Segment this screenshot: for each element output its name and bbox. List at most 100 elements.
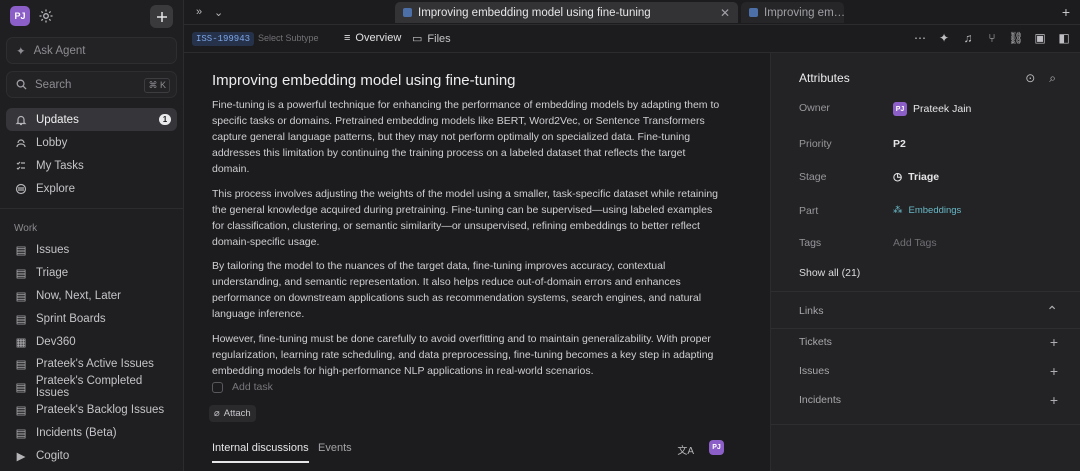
file-icon: ▭	[412, 33, 423, 45]
tab-internal-discussions[interactable]: Internal discussions	[212, 442, 309, 463]
search-placeholder: Search	[35, 78, 72, 91]
nav-label: Explore	[36, 182, 75, 195]
attach-button[interactable]: ⌀ Attach	[209, 405, 256, 422]
chevron-down-icon[interactable]: ⌄	[214, 6, 223, 19]
attributes-actions: ⊙ ⌕	[1025, 71, 1056, 86]
tab-events[interactable]: Events	[318, 442, 352, 454]
work-item-incidents[interactable]: ▤ Incidents (Beta)	[6, 421, 177, 444]
attr-stage: Stage ◷ Triage	[799, 171, 1059, 187]
issue-toolbar: ISS-199943 Select Subtype ≡ Overview ▭ F…	[184, 25, 1080, 53]
toggle-icon[interactable]: ⊙	[1025, 71, 1035, 86]
nav-label: Lobby	[36, 136, 68, 149]
issue-title[interactable]: Improving embedding model using fine-tun…	[212, 72, 516, 89]
work-item-label: Now, Next, Later	[36, 289, 122, 302]
description-paragraph: However, fine-tuning must be done carefu…	[212, 332, 714, 377]
gear-icon[interactable]	[38, 8, 54, 24]
close-icon[interactable]: ✕	[720, 6, 730, 20]
owner-name: Prateek Jain	[913, 103, 972, 115]
nav-item-lobby[interactable]: Lobby	[6, 131, 177, 154]
expand-icon[interactable]: »	[196, 6, 202, 18]
issue-icon	[749, 8, 758, 17]
section-label: Incidents	[799, 394, 842, 406]
table-icon: ▤	[15, 404, 27, 417]
work-item-label: Dev360	[36, 335, 76, 348]
bell-icon[interactable]: ♫	[962, 31, 974, 45]
work-item-issues[interactable]: ▤ Issues	[6, 239, 177, 262]
incidents-section[interactable]: Incidents +	[799, 392, 1058, 410]
attr-priority: Priority P2	[799, 138, 1059, 154]
add-tags-input[interactable]: Add Tags	[893, 237, 937, 249]
add-task-label: Add task	[232, 381, 273, 393]
attr-label: Part	[799, 205, 819, 217]
sparkle-icon[interactable]: ✦	[938, 31, 950, 45]
attr-label: Owner	[799, 102, 830, 114]
task-checkbox[interactable]	[212, 381, 223, 393]
stage-value[interactable]: ◷ Triage	[893, 171, 939, 183]
nav-label: My Tasks	[36, 159, 84, 172]
create-button[interactable]	[150, 5, 173, 28]
nav-item-explore[interactable]: Explore	[6, 177, 177, 200]
user-avatar[interactable]: PJ	[10, 6, 30, 26]
apps-icon[interactable]: ▣	[1034, 31, 1046, 45]
attr-owner: Owner PJ Prateek Jain	[799, 102, 1059, 118]
priority-value[interactable]: P2	[893, 138, 906, 150]
overview-tab[interactable]: ≡ Overview	[344, 32, 401, 44]
nav-item-updates[interactable]: Updates 1	[6, 108, 177, 131]
owner-value[interactable]: PJ Prateek Jain	[893, 102, 971, 116]
overview-label: Overview	[355, 32, 402, 44]
user-avatar[interactable]: PJ	[709, 440, 724, 455]
work-item-triage[interactable]: ▤ Triage	[6, 262, 177, 285]
branch-icon[interactable]: ⑂	[986, 31, 998, 45]
tab-inactive[interactable]: Improving em…	[741, 2, 844, 23]
sparkle-icon: ✦	[16, 45, 26, 58]
work-item-backlog-issues[interactable]: ▤ Prateek's Backlog Issues	[6, 399, 177, 422]
files-tab[interactable]: ▭ Files	[412, 32, 451, 46]
search-input[interactable]: Search ⌘ K	[6, 71, 177, 98]
issues-section[interactable]: Issues +	[799, 363, 1058, 381]
clock-icon: ◷	[893, 171, 903, 183]
add-task-row[interactable]: Add task	[212, 381, 273, 393]
description-paragraph: By tailoring the model to the nuances of…	[212, 260, 702, 320]
work-item-now-next-later[interactable]: ▤ Now, Next, Later	[6, 285, 177, 308]
link-icon[interactable]: ⛓	[1008, 31, 1023, 45]
work-item-label: Incidents (Beta)	[36, 426, 117, 439]
panel-icon[interactable]: ◧	[1058, 31, 1070, 45]
plus-icon[interactable]: +	[1050, 392, 1058, 408]
tab-active[interactable]: Improving embedding model using fine-tun…	[395, 2, 738, 23]
subtype-select[interactable]: Select Subtype	[258, 33, 319, 43]
tickets-section[interactable]: Tickets +	[799, 334, 1058, 352]
links-section[interactable]: Links ⌃	[799, 303, 1058, 321]
show-all-link[interactable]: Show all (21)	[799, 267, 860, 279]
issue-description[interactable]: Fine-tuning is a powerful technique for …	[212, 97, 724, 387]
work-list: ▤ Issues ▤ Triage ▤ Now, Next, Later ▤ Sprin…	[6, 239, 177, 467]
app-window: PJ ✦ Ask Agent Search ⌘ K Updates 1 Lobb…	[0, 0, 1080, 471]
work-item-label: Sprint Boards	[36, 312, 106, 325]
work-item-label: Cogito	[36, 449, 70, 462]
part-value[interactable]: ⁂ Embeddings	[893, 205, 961, 216]
search-shortcut: ⌘ K	[144, 78, 170, 93]
work-item-dev360[interactable]: ▦ Dev360	[6, 330, 177, 353]
work-item-completed-issues[interactable]: ▤ Prateek's Completed Issues	[6, 375, 177, 399]
translate-icon[interactable]: 文A	[677, 442, 694, 457]
files-label: Files	[427, 32, 451, 45]
plus-icon[interactable]: +	[1050, 334, 1058, 350]
search-icon[interactable]: ⌕	[1049, 71, 1056, 86]
work-item-active-issues[interactable]: ▤ Prateek's Active Issues	[6, 353, 177, 376]
stage-name: Triage	[908, 171, 940, 183]
ask-agent-label: Ask Agent	[33, 44, 86, 57]
discussion-tabs: Internal discussions Events 文A PJ	[212, 439, 740, 465]
work-item-sprint-boards[interactable]: ▤ Sprint Boards	[6, 307, 177, 330]
updates-badge: 1	[159, 114, 171, 125]
table-icon: ▤	[15, 427, 27, 440]
new-tab-icon[interactable]: +	[1062, 4, 1070, 20]
ask-agent-button[interactable]: ✦ Ask Agent	[6, 37, 177, 64]
nav-item-my-tasks[interactable]: My Tasks	[6, 154, 177, 177]
work-item-cogito[interactable]: ▶ Cogito	[6, 444, 177, 467]
work-item-label: Prateek's Active Issues	[36, 358, 154, 371]
more-icon[interactable]: ⋯	[914, 31, 926, 45]
chevron-up-icon[interactable]: ⌃	[1046, 303, 1058, 320]
plus-icon[interactable]: +	[1050, 363, 1058, 379]
issue-id-badge[interactable]: ISS-199943	[192, 32, 255, 46]
play-icon: ▶	[16, 450, 26, 463]
attributes-panel: Attributes ⊙ ⌕ Owner PJ Prateek Jain Pri…	[770, 53, 1080, 471]
